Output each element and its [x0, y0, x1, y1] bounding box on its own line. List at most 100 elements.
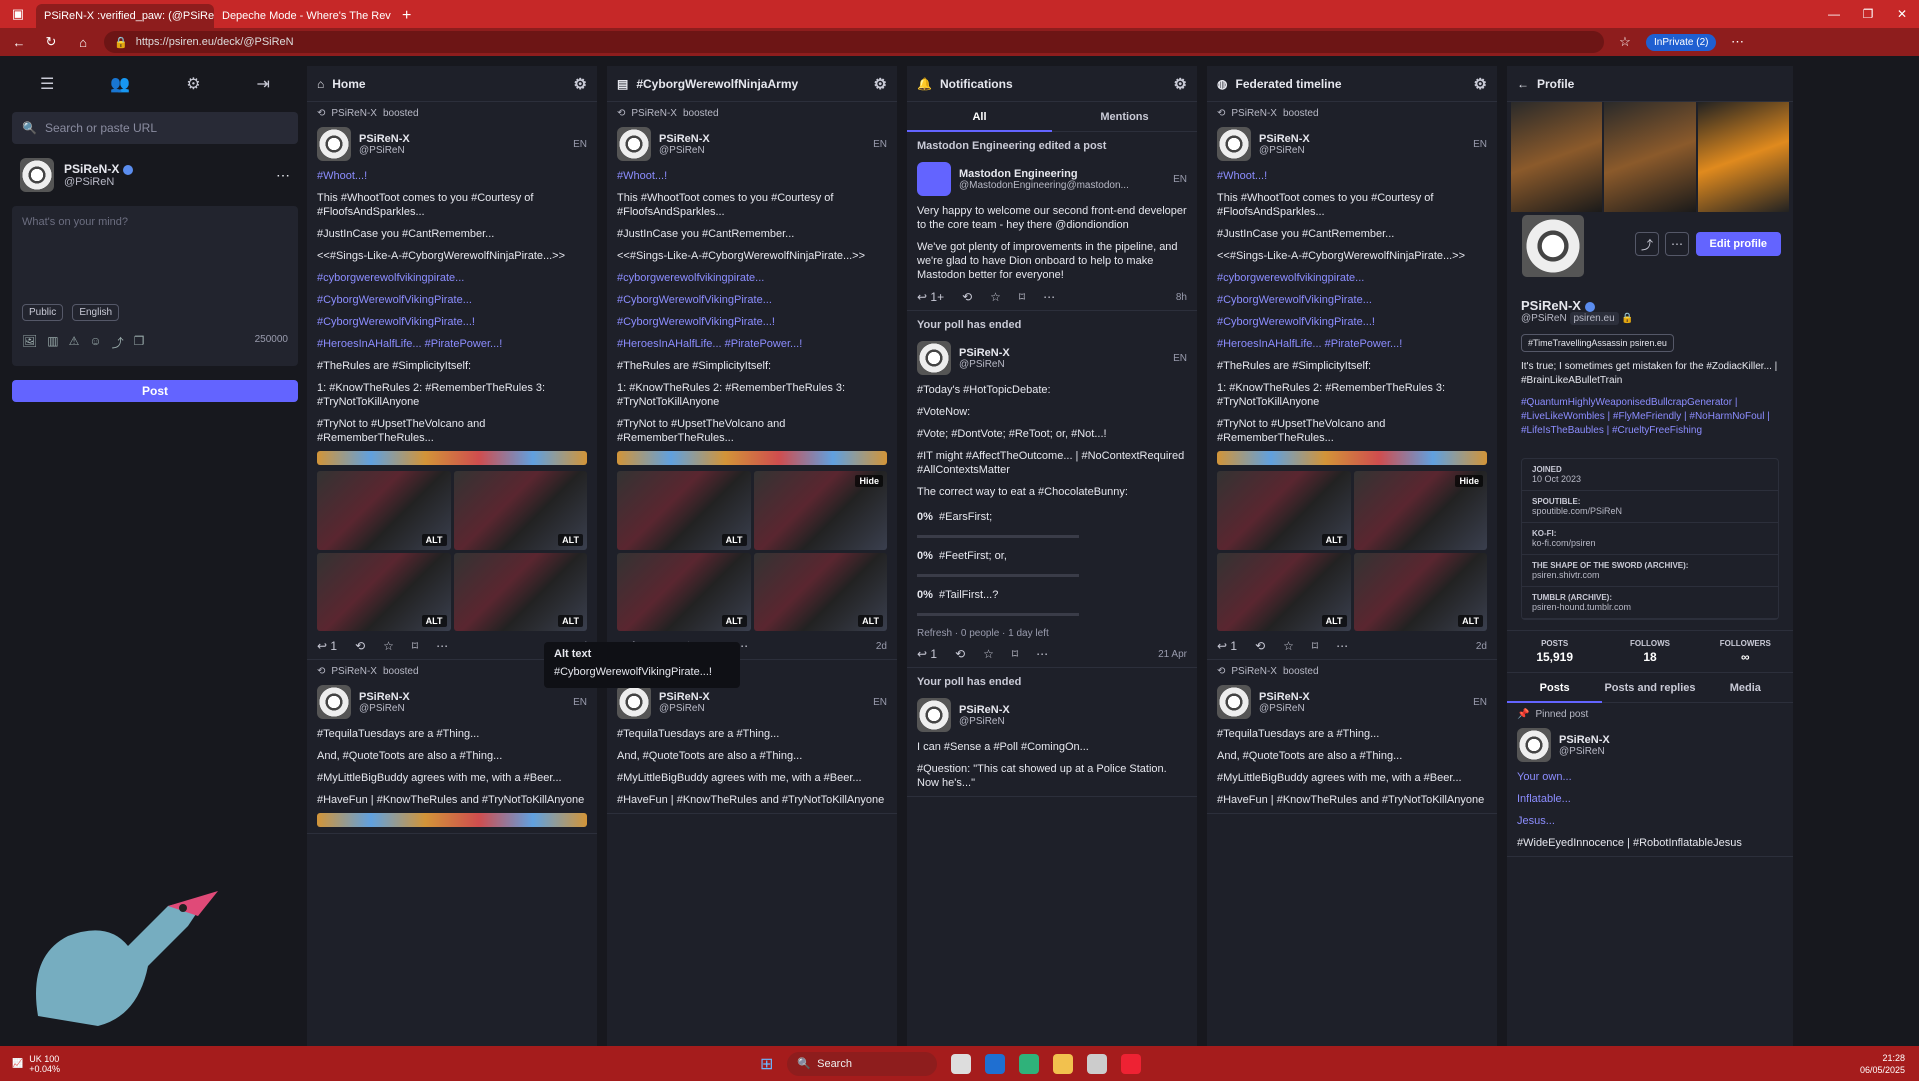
avatar[interactable]: [317, 127, 351, 161]
taskbar-search[interactable]: 🔍 Search: [787, 1051, 938, 1076]
media-item[interactable]: ALT: [453, 471, 587, 550]
tab-psiren[interactable]: PSiReN-X :verified_paw: (@PSiReN✕: [36, 4, 214, 28]
menu-icon[interactable]: ☰: [40, 74, 54, 94]
media-item[interactable]: ALT: [317, 552, 451, 631]
bookmark-icon[interactable]: ⌑: [1312, 639, 1318, 653]
avatar[interactable]: [1519, 212, 1587, 280]
boost-icon[interactable]: ⟲: [962, 290, 972, 304]
bookmark-icon[interactable]: ⌑: [412, 639, 418, 653]
media-item[interactable]: ALT: [617, 552, 751, 631]
tab-all[interactable]: All: [907, 102, 1052, 132]
compose-form[interactable]: What's on your mind? Public English 🖼 ▥ …: [12, 206, 298, 366]
column-settings-icon[interactable]: ⚙: [874, 75, 887, 93]
new-tab-button[interactable]: +: [392, 4, 421, 28]
tab-actions-icon[interactable]: ▣: [0, 0, 36, 28]
boost-icon[interactable]: ⟲: [955, 647, 965, 661]
tab-posts[interactable]: Posts: [1507, 673, 1603, 703]
share-icon[interactable]: ⤴: [1635, 232, 1659, 256]
language-button[interactable]: English: [72, 304, 120, 321]
preferences-icon[interactable]: ⚙: [186, 74, 200, 94]
poll-icon[interactable]: ▥: [47, 334, 58, 351]
more-icon[interactable]: ⋯: [276, 167, 290, 184]
url-field[interactable]: 🔒 https://psiren.eu/deck/@PSiReN: [104, 31, 1604, 53]
more-icon[interactable]: ⋯: [1726, 34, 1748, 50]
quote-icon[interactable]: ❐: [134, 334, 145, 351]
avatar[interactable]: [317, 685, 351, 719]
bookmark-icon[interactable]: ⌑: [1012, 647, 1018, 661]
avatar[interactable]: [917, 162, 951, 196]
stock-widget[interactable]: 📈 UK 100 +0.04%: [0, 1054, 72, 1074]
reply-icon[interactable]: ↩ 1: [317, 639, 337, 653]
more-icon[interactable]: ⋯: [1036, 647, 1048, 661]
tab-media[interactable]: Media: [1698, 682, 1793, 694]
edit-profile-button[interactable]: Edit profile: [1695, 232, 1781, 256]
search-input[interactable]: 🔍 Search or paste URL: [12, 112, 298, 144]
reply-icon[interactable]: ↩ 1: [1217, 639, 1237, 653]
media-item[interactable]: Hide: [1353, 471, 1487, 550]
status[interactable]: PSiReN-X @PSiReN EN #TequilaTuesdays are a…: [607, 679, 897, 814]
start-icon[interactable]: ⊞: [760, 1054, 773, 1074]
status[interactable]: PSiReN-X @PSiReN EN #Whoot...! This #WhootT…: [607, 121, 897, 660]
avatar[interactable]: [1217, 127, 1251, 161]
app-icon[interactable]: [1087, 1053, 1108, 1074]
edge-icon[interactable]: [1019, 1053, 1040, 1074]
stat-followers[interactable]: FOLLOWERS ∞: [1698, 631, 1793, 672]
media-gallery[interactable]: ALT Hide ALT ALT: [617, 471, 887, 631]
media-item[interactable]: ALT: [617, 471, 751, 550]
status[interactable]: PSiReN-X @PSiReN Your own... Inflatable...…: [1507, 722, 1793, 857]
column-settings-icon[interactable]: ⚙: [574, 75, 587, 93]
back-icon[interactable]: ←: [8, 35, 30, 50]
tab-posts-replies[interactable]: Posts and replies: [1602, 682, 1697, 694]
emoji-icon[interactable]: ☺: [89, 334, 101, 351]
tab-mentions[interactable]: Mentions: [1052, 111, 1197, 123]
status[interactable]: PSiReN-X @PSiReN EN #TequilaTuesdays are a…: [307, 679, 597, 834]
avatar[interactable]: [20, 158, 54, 192]
favorite-icon[interactable]: ☆: [1614, 34, 1636, 50]
people-icon[interactable]: 👥: [110, 74, 130, 94]
folder-icon[interactable]: [1053, 1053, 1074, 1074]
bookmark-icon[interactable]: ⌑: [1019, 290, 1025, 304]
more-icon[interactable]: ⋯: [1665, 232, 1689, 256]
stat-follows[interactable]: FOLLOWS 18: [1602, 631, 1697, 672]
boost-icon[interactable]: ⟲: [1255, 639, 1265, 653]
stat-posts[interactable]: POSTS 15,919: [1507, 631, 1602, 672]
favourite-icon[interactable]: ☆: [1283, 639, 1294, 653]
media-gallery[interactable]: ALT Hide ALT ALT: [1217, 471, 1487, 631]
reply-icon[interactable]: ↩ 1: [917, 647, 937, 661]
inprivate-badge[interactable]: InPrivate (2): [1646, 33, 1717, 51]
status[interactable]: PSiReN-X @PSiReN EN #Whoot...! This #WhootT…: [1207, 121, 1497, 660]
current-user[interactable]: PSiReN-X @PSiReN ⋯: [12, 158, 298, 192]
column-settings-icon[interactable]: ⚙: [1474, 75, 1487, 93]
avatar[interactable]: [1517, 728, 1551, 762]
clock[interactable]: 21:28 06/05/2025: [1860, 1052, 1919, 1076]
favourite-icon[interactable]: ☆: [990, 290, 1001, 304]
app-icon[interactable]: [951, 1053, 972, 1074]
media-item[interactable]: ALT: [453, 552, 587, 631]
post-button[interactable]: Post: [12, 380, 298, 402]
media-item[interactable]: ALT: [1217, 471, 1351, 550]
favourite-icon[interactable]: ☆: [983, 647, 994, 661]
logout-icon[interactable]: ⇥: [257, 74, 270, 94]
home-icon[interactable]: ⌂: [72, 35, 94, 50]
avatar[interactable]: [617, 685, 651, 719]
more-icon[interactable]: ⋯: [1043, 290, 1055, 304]
app-icon[interactable]: [1121, 1053, 1142, 1074]
minimize-icon[interactable]: —: [1817, 0, 1851, 28]
share-icon[interactable]: ⤴: [112, 334, 124, 351]
status[interactable]: PSiReN-X @PSiReN EN #TequilaTuesdays are a…: [1207, 679, 1497, 814]
media-item[interactable]: Hide: [753, 471, 887, 550]
outlook-icon[interactable]: [985, 1053, 1006, 1074]
boost-icon[interactable]: ⟲: [355, 639, 365, 653]
avatar[interactable]: [617, 127, 651, 161]
status[interactable]: PSiReN-X @PSiReN I can #Sense a #Poll #Co…: [907, 692, 1197, 797]
featured-tag[interactable]: #TimeTravellingAssassin psiren.eu: [1521, 334, 1674, 352]
refresh-icon[interactable]: ↻: [40, 34, 62, 50]
reply-icon[interactable]: ↩ 1+: [917, 290, 944, 304]
avatar[interactable]: [1217, 685, 1251, 719]
favourite-icon[interactable]: ☆: [383, 639, 394, 653]
back-icon[interactable]: ←: [1517, 77, 1529, 91]
status[interactable]: PSiReN-X @PSiReN EN #Today's #HotTopicDeba…: [907, 335, 1197, 668]
close-window-icon[interactable]: ✕: [1885, 0, 1919, 28]
avatar[interactable]: [917, 698, 951, 732]
image-icon[interactable]: 🖼: [22, 334, 37, 351]
